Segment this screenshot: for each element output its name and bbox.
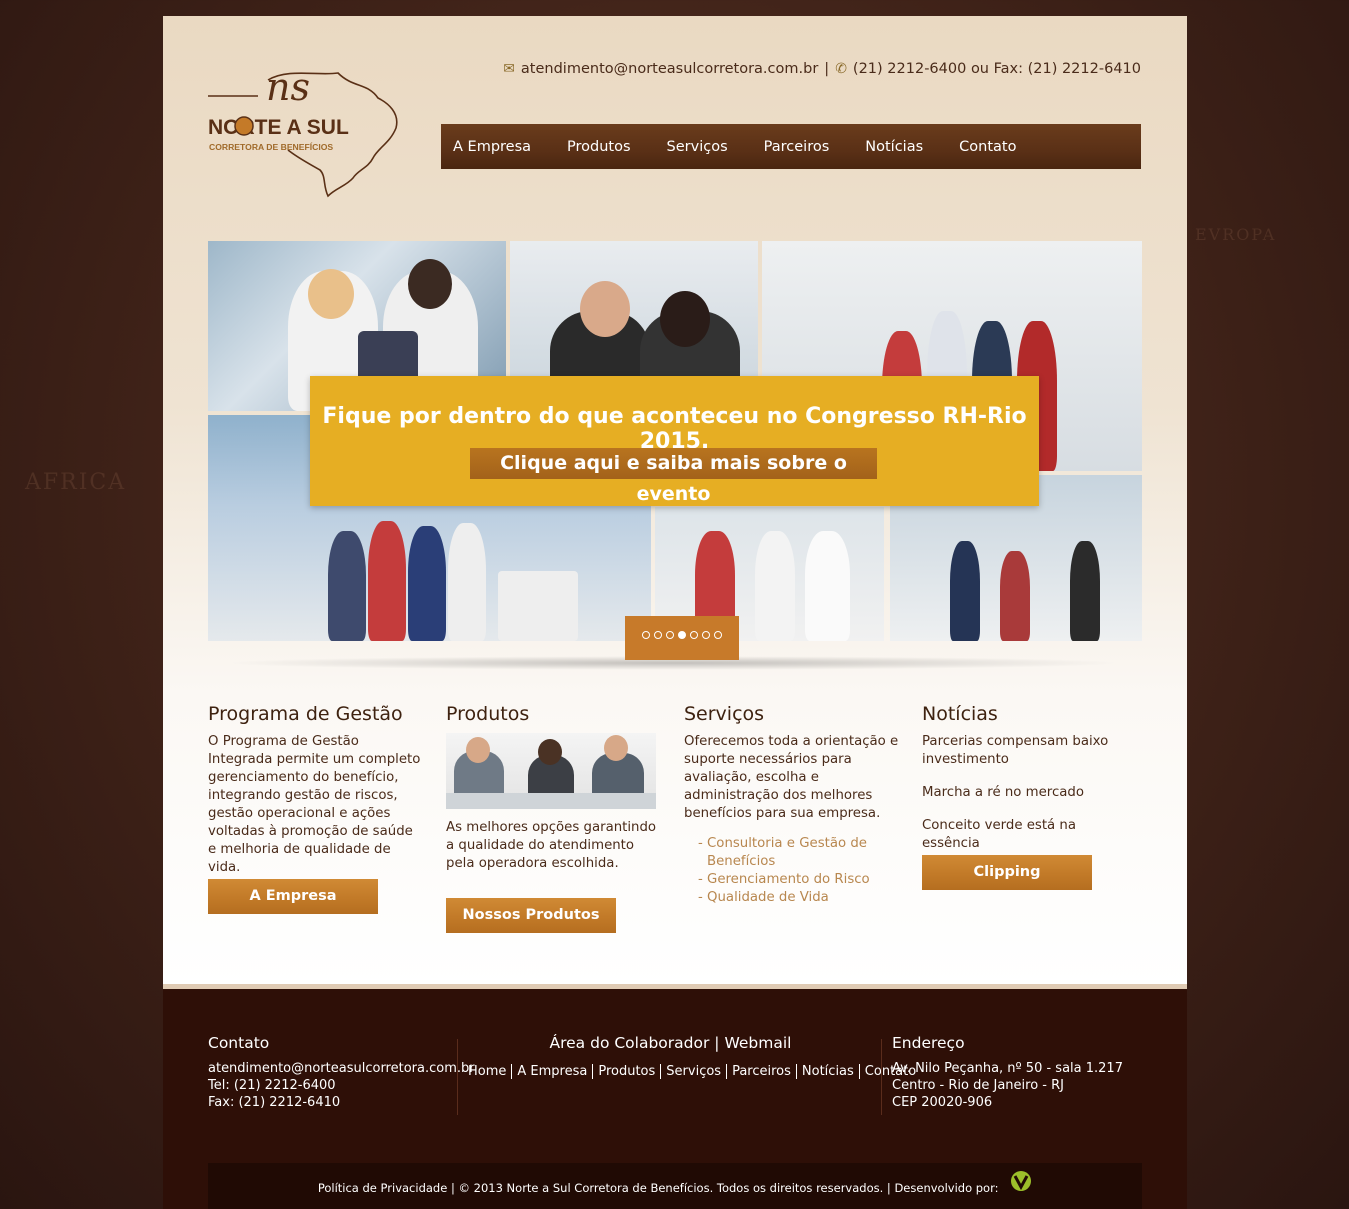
produtos-image xyxy=(446,733,656,809)
map-label-europa: EVROPA xyxy=(1195,225,1277,244)
footer-link-noticias[interactable]: Notícias xyxy=(797,1064,860,1079)
main-nav: A Empresa Produtos Serviços Parceiros No… xyxy=(441,124,1141,169)
empresa-button[interactable]: A Empresa xyxy=(208,879,378,914)
news-item[interactable]: Marcha a ré no mercado xyxy=(922,784,1137,802)
slider-headline: Fique por dentro do que aconteceu no Con… xyxy=(322,404,1027,454)
column-gestao: Programa de Gestão O Programa de Gestão … xyxy=(208,703,423,877)
column-produtos: Produtos As melhores opções garantindo a… xyxy=(446,703,661,873)
clipping-button[interactable]: Clipping xyxy=(922,855,1092,890)
column-title: Produtos xyxy=(446,703,530,725)
footer-email[interactable]: atendimento@norteasulcorretora.com.br xyxy=(208,1060,475,1077)
footer-contato-title: Contato xyxy=(208,1034,270,1052)
column-text: Oferecemos toda a orientação e suporte n… xyxy=(684,734,899,821)
column-noticias: Notícias Parcerias compensam baixo inves… xyxy=(922,703,1137,868)
phone-icon: ✆ xyxy=(835,61,847,77)
footer-link-produtos[interactable]: Produtos xyxy=(593,1064,662,1079)
footer-divider xyxy=(457,1039,458,1115)
footer-link-home[interactable]: Home xyxy=(468,1064,513,1079)
image-slider[interactable]: Fique por dentro do que aconteceu no Con… xyxy=(208,241,1142,641)
footer-address-line: Av. Nilo Peçanha, nº 50 - sala 1.217 xyxy=(892,1061,1123,1076)
header-phone: (21) 2212-6400 ou Fax: (21) 2212-6410 xyxy=(852,61,1141,77)
header-contact: ✉ atendimento@norteasulcorretora.com.br … xyxy=(503,61,1141,77)
slider-dot[interactable] xyxy=(702,631,710,639)
footer-colab-heading: Área do Colaborador | Webmail xyxy=(549,1034,792,1052)
footer-link-empresa[interactable]: A Empresa xyxy=(512,1064,594,1079)
copyright-text: Política de Privacidade | © 2013 Norte a… xyxy=(317,1181,999,1195)
nossos-produtos-button[interactable]: Nossos Produtos xyxy=(446,898,616,933)
slider-cta-button[interactable]: Clique aqui e saiba mais sobre o evento xyxy=(470,448,877,505)
column-text: As melhores opções garantindo a qualidad… xyxy=(446,820,657,871)
slider-dot[interactable] xyxy=(714,631,722,639)
footer-tel: Tel: (21) 2212-6400 xyxy=(208,1078,336,1093)
header-separator: | xyxy=(824,61,830,77)
footer-endereco-title: Endereço xyxy=(892,1034,965,1052)
servicos-links: - Consultoria e Gestão de Benefícios - G… xyxy=(698,835,899,907)
nav-item-empresa[interactable]: A Empresa xyxy=(453,139,531,155)
footer-divider xyxy=(881,1039,882,1115)
footer-address-line: CEP 20020-906 xyxy=(892,1095,993,1110)
page-container: ns NORTE A SUL CORRETORA DE BENEFÍCIOS ✉… xyxy=(163,16,1187,986)
developer-logo-icon[interactable] xyxy=(1010,1163,1032,1209)
envelope-icon: ✉ xyxy=(503,61,515,77)
nav-item-produtos[interactable]: Produtos xyxy=(567,139,631,155)
nav-item-noticias[interactable]: Notícias xyxy=(865,139,923,155)
nav-item-parceiros[interactable]: Parceiros xyxy=(764,139,830,155)
slider-dot[interactable] xyxy=(642,631,650,639)
footer-link-parceiros[interactable]: Parceiros xyxy=(727,1064,797,1079)
footer-endereco: Endereço Av. Nilo Peçanha, nº 50 - sala … xyxy=(892,1034,1123,1111)
footer-link-servicos[interactable]: Serviços xyxy=(661,1064,728,1079)
logo-brand: NORTE A SUL xyxy=(208,116,349,139)
column-title: Serviços xyxy=(684,703,765,725)
copyright-bar: Política de Privacidade | © 2013 Norte a… xyxy=(208,1163,1142,1209)
slider-pagination xyxy=(625,616,739,660)
colaborador-link[interactable]: Área do Colaborador xyxy=(550,1034,710,1052)
nav-item-servicos[interactable]: Serviços xyxy=(667,139,728,155)
column-servicos: Serviços Oferecemos toda a orientação e … xyxy=(684,703,899,907)
column-text: O Programa de Gestão Integrada permite u… xyxy=(208,734,421,875)
slider-dot[interactable] xyxy=(654,631,662,639)
footer-fax: Fax: (21) 2212-6410 xyxy=(208,1095,341,1110)
servicos-link[interactable]: - Gerenciamento do Risco xyxy=(698,871,899,889)
slider-dot[interactable] xyxy=(666,631,674,639)
nav-item-contato[interactable]: Contato xyxy=(959,139,1016,155)
servicos-link[interactable]: - Consultoria e Gestão de Benefícios xyxy=(698,835,899,871)
news-item[interactable]: Parcerias compensam baixo investimento xyxy=(922,733,1137,769)
header-email[interactable]: atendimento@norteasulcorretora.com.br xyxy=(521,61,818,77)
brazil-map-icon: ns NORTE A SUL CORRETORA DE BENEFÍCIOS xyxy=(208,65,398,198)
footer-address-line: Centro - Rio de Janeiro - RJ xyxy=(892,1078,1064,1093)
logo-monogram: ns xyxy=(266,65,310,109)
slider-dot[interactable] xyxy=(690,631,698,639)
column-title: Programa de Gestão xyxy=(208,703,403,725)
webmail-link[interactable]: Webmail xyxy=(724,1034,791,1052)
news-item[interactable]: Conceito verde está na essência xyxy=(922,817,1137,853)
footer-middle: Área do Colaborador | Webmail Home A Emp… xyxy=(468,1034,916,1079)
footer-contato: Contato atendimento@norteasulcorretora.c… xyxy=(208,1034,475,1111)
logo[interactable]: ns NORTE A SUL CORRETORA DE BENEFÍCIOS xyxy=(208,58,403,198)
footer-nav: Home A Empresa Produtos Serviços Parceir… xyxy=(468,1064,916,1079)
footer: Contato atendimento@norteasulcorretora.c… xyxy=(163,984,1187,1209)
column-title: Notícias xyxy=(922,703,998,725)
map-label-africa: AFRICA xyxy=(25,470,127,495)
slider-banner[interactable]: Fique por dentro do que aconteceu no Con… xyxy=(310,376,1039,506)
slider-dot[interactable] xyxy=(678,631,686,639)
servicos-link[interactable]: - Qualidade de Vida xyxy=(698,889,899,907)
logo-tagline: CORRETORA DE BENEFÍCIOS xyxy=(209,142,333,152)
